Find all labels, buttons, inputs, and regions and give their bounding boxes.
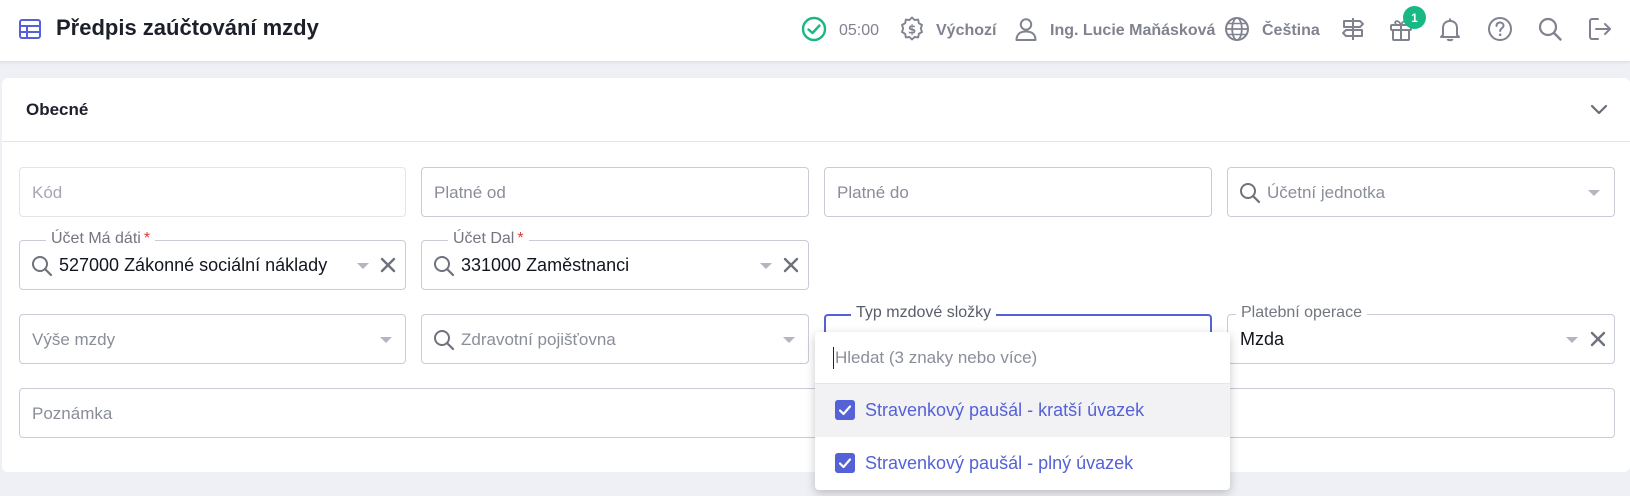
- user-icon[interactable]: [1012, 15, 1040, 43]
- user-menu[interactable]: Ing. Lucie Maňásková: [1050, 0, 1215, 62]
- platne-od-field[interactable]: Platné od: [421, 167, 809, 217]
- poznamka-placeholder: Poznámka: [32, 404, 113, 423]
- zdravotni-pojistovna-field[interactable]: Zdravotní pojišťovna: [421, 314, 809, 364]
- search-icon[interactable]: [1536, 15, 1564, 43]
- platebni-operace-value: Mzda: [1240, 329, 1285, 349]
- ucet-dal-value: 331000 Zaměstnanci: [461, 255, 630, 275]
- ucet-dal-label: Účet Dal *: [448, 230, 529, 248]
- ucetni-jednotka-placeholder: Účetní jednotka: [1267, 183, 1386, 202]
- checkbox-checked-icon[interactable]: [835, 400, 855, 420]
- search-icon: [32, 256, 53, 277]
- svg-text:$: $: [908, 23, 916, 37]
- typ-mzdove-slozky-dropdown: Hledat (3 znaky nebo více) Stravenkový p…: [815, 332, 1230, 490]
- top-header: Předpis zaúčtování mzdy 05:00 $ Výchozí …: [0, 0, 1630, 62]
- search-icon: [434, 256, 455, 277]
- dropdown-search-input[interactable]: Hledat (3 znaky nebo více): [815, 332, 1230, 384]
- globe-icon[interactable]: [1223, 15, 1251, 43]
- platebni-operace-label: Platební operace: [1236, 304, 1367, 322]
- session-timer: 05:00: [839, 22, 880, 39]
- platne-do-placeholder: Platné do: [837, 183, 909, 202]
- help-icon[interactable]: [1486, 15, 1514, 43]
- close-icon[interactable]: [379, 256, 397, 274]
- close-icon[interactable]: [782, 256, 800, 274]
- vyse-mzdy-placeholder: Výše mzdy: [32, 330, 116, 349]
- dropdown-option[interactable]: Stravenkový paušál - plný úvazek: [815, 437, 1230, 490]
- dropdown-option-label: Stravenkový paušál - plný úvazek: [865, 453, 1134, 473]
- table-icon: [19, 19, 41, 39]
- page-title: Předpis zaúčtování mzdy: [56, 15, 319, 40]
- caret-down-icon[interactable]: [1588, 190, 1600, 196]
- caret-down-icon[interactable]: [357, 263, 369, 269]
- currency-icon[interactable]: $: [898, 15, 926, 43]
- signpost-icon[interactable]: [1339, 15, 1367, 43]
- check-circle-icon: [801, 16, 827, 42]
- checkbox-checked-icon[interactable]: [835, 453, 855, 473]
- close-icon[interactable]: [1589, 330, 1607, 348]
- ucet-ma-dati-field[interactable]: Účet Má dáti * 527000 Zákonné sociální ná…: [19, 230, 406, 290]
- search-icon: [434, 330, 455, 351]
- dropdown-option[interactable]: Stravenkový paušál - kratší úvazek: [815, 384, 1230, 437]
- typ-mzdove-slozky-label: Typ mzdové složky: [851, 304, 997, 322]
- text-cursor: [833, 347, 834, 369]
- ucet-ma-dati-value: 527000 Zákonné sociální náklady: [59, 255, 328, 275]
- search-icon: [1240, 183, 1261, 204]
- language-selector[interactable]: Čeština: [1262, 0, 1320, 62]
- section-header[interactable]: Obecné: [2, 78, 1630, 142]
- caret-down-icon[interactable]: [380, 337, 392, 343]
- currency-selector[interactable]: Výchozí: [936, 0, 996, 62]
- zdravotni-pojistovna-placeholder: Zdravotní pojišťovna: [461, 330, 616, 349]
- platne-od-placeholder: Platné od: [434, 183, 506, 202]
- vyse-mzdy-field[interactable]: Výše mzdy: [19, 314, 406, 364]
- notification-badge: 1: [1403, 6, 1426, 29]
- ucet-dal-field[interactable]: Účet Dal * 331000 Zaměstnanci: [421, 230, 809, 290]
- logout-icon[interactable]: [1586, 15, 1614, 43]
- dropdown-option-label: Stravenkový paušál - kratší úvazek: [865, 400, 1145, 420]
- chevron-down-icon[interactable]: [1588, 98, 1610, 120]
- bell-icon[interactable]: [1436, 15, 1464, 43]
- kod-field: Kód: [19, 167, 406, 217]
- platne-do-field[interactable]: Platné do: [824, 167, 1212, 217]
- section-title: Obecné: [26, 100, 89, 119]
- ucet-ma-dati-label: Účet Má dáti *: [46, 230, 156, 248]
- kod-placeholder: Kód: [32, 183, 63, 202]
- ucetni-jednotka-field[interactable]: Účetní jednotka: [1227, 167, 1615, 217]
- platebni-operace-field[interactable]: Platební operace Mzda: [1227, 304, 1615, 364]
- caret-down-icon[interactable]: [783, 337, 795, 343]
- caret-down-icon[interactable]: [1566, 337, 1578, 343]
- dropdown-search-placeholder: Hledat (3 znaky nebo více): [835, 348, 1038, 367]
- caret-down-icon[interactable]: [760, 263, 772, 269]
